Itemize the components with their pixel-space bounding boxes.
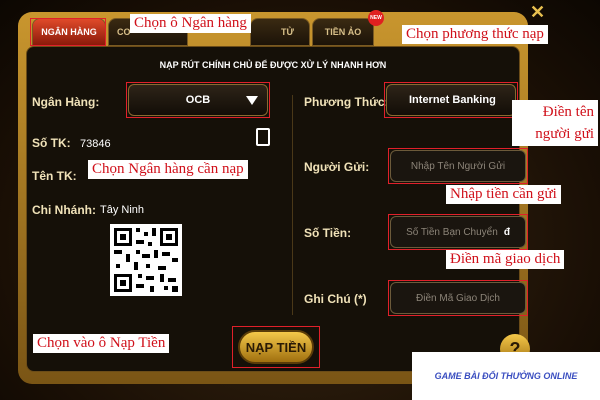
new-badge: NEW: [368, 10, 384, 26]
account-number: 73846: [80, 138, 111, 150]
tab-third[interactable]: TỬ: [250, 18, 310, 46]
note-sender-name: Điền tên người gửi: [512, 100, 598, 146]
note-click-deposit: Chọn vào ô Nạp Tiền: [33, 334, 170, 353]
headline: NẠP RÚT CHÍNH CHỦ ĐỂ ĐƯỢC XỬ LÝ NHANH HƠ…: [159, 60, 387, 70]
copy-icon[interactable]: [256, 128, 270, 146]
note-choose-method: Chọn phương thức nạp: [402, 25, 548, 44]
game-background: NGÂN HÀNG CO TỬ TIỀN ẢO NEW ✕ NẠP RÚT CH…: [0, 0, 600, 400]
note-choose-bank: Chọn Ngân hàng cần nạp: [88, 160, 248, 179]
brand-text: GAME BÀI ĐỔI THƯỞNG ONLINE: [434, 371, 578, 381]
highlight-note: [388, 280, 528, 316]
highlight-deposit: [232, 326, 320, 368]
brand-logo: GAME BÀI ĐỔI THƯỞNG ONLINE: [412, 352, 600, 400]
tab-crypto[interactable]: TIỀN ẢO: [312, 18, 374, 46]
highlight-method-select: [384, 82, 518, 118]
branch-value: Tây Ninh: [100, 204, 145, 216]
note-enter-code: Điền mã giao dịch: [446, 250, 565, 269]
highlight-amount: [388, 214, 528, 250]
account-name-label: Tên TK:: [32, 169, 77, 183]
sender-label: Người Gửi:: [304, 160, 370, 174]
note-enter-amount: Nhập tiền cần gửi: [446, 185, 561, 204]
bank-label: Ngân Hàng:: [32, 95, 100, 109]
column-divider: [292, 95, 293, 315]
account-label: Số TK:: [32, 136, 71, 150]
qr-code: [110, 224, 182, 296]
highlight-sender: [388, 148, 528, 184]
branch-label: Chi Nhánh:: [32, 203, 96, 217]
note-choose-bank-tab: Chọn ô Ngân hàng: [130, 14, 251, 33]
method-label: Phương Thức:: [304, 95, 389, 109]
close-icon[interactable]: ✕: [530, 2, 545, 23]
note-label: Ghi Chú (*): [304, 292, 367, 306]
highlight-bank-tab: [30, 18, 106, 46]
amount-label: Số Tiền:: [304, 226, 352, 240]
highlight-bank-select: [126, 82, 270, 118]
